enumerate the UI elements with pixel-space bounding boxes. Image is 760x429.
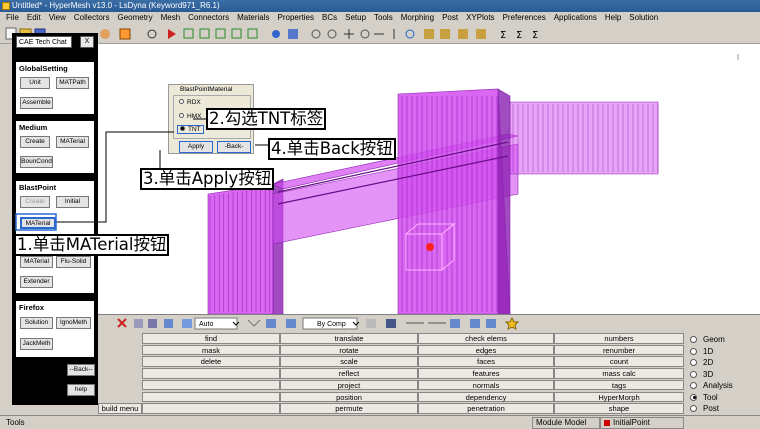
annotation-step-3: 3.单击Apply按钮 [140,168,275,190]
annotation-step-4: 4.单击Back按钮 [268,138,396,160]
annotation-step-2: 2.勾选TNT标签 [206,108,327,130]
annotation-leaders [15,118,270,231]
annotation-step-1: 1.单击MATerial按钮 [14,234,170,256]
